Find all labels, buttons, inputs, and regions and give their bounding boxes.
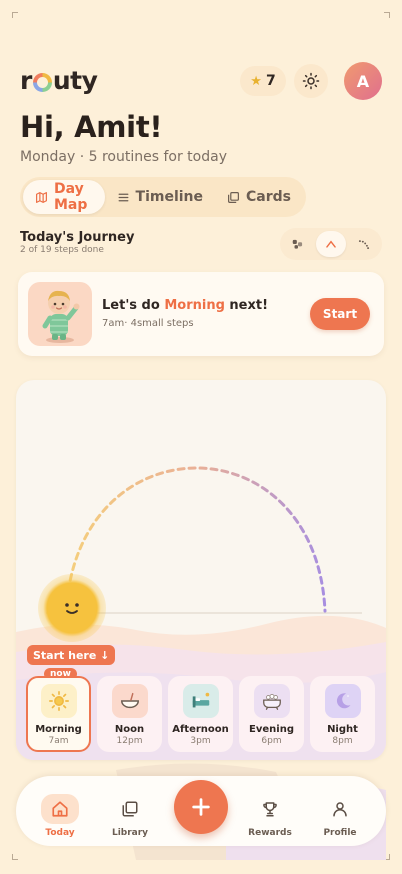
nav-today[interactable]: Today [30,794,90,838]
stars-count: 7 [265,73,276,89]
journey-title: Today's Journey [20,230,135,245]
routine-list: Morning 7am Noon 12pm Afternoon 3pm Even… [26,676,375,752]
blocks-icon [292,239,303,249]
routine-time: 8pm [332,736,353,746]
list-icon [118,193,128,201]
kid-illustration [28,282,92,346]
nav-label: Rewards [248,828,292,838]
theme-toggle-button[interactable] [294,64,328,98]
nav-rewards[interactable]: Rewards [240,794,300,838]
next-routine-meta: 7am· 4small steps [102,318,194,329]
star-icon: ★ [250,73,262,89]
app-logo: r uty [20,66,98,95]
routine-time: 7am [48,736,69,746]
stars-counter[interactable]: ★ 7 [240,66,286,96]
map-style-blocks[interactable] [283,231,313,257]
arc-icon [326,240,336,248]
bottom-nav: Today Library Rewards Profile [16,776,386,846]
routine-name: Noon [114,724,145,735]
routine-morning[interactable]: Morning 7am [26,676,91,752]
next-routine-title: Let's do Morning next! [102,298,269,313]
frame-corner [12,12,18,18]
tab-timeline[interactable]: Timeline [105,180,216,214]
routine-name: Morning [35,724,82,735]
next-routine-name: Morning [164,298,225,313]
avatar[interactable]: A [344,62,382,100]
tab-label: Day Map [54,181,88,213]
tab-label: Timeline [135,189,204,205]
routine-evening[interactable]: Evening 6pm [239,676,304,752]
bed-icon [182,684,219,718]
routine-name: Evening [249,724,294,735]
map-style-dots[interactable] [349,231,379,257]
routine-time: 6pm [261,736,282,746]
view-tabs: Day Map Timeline Cards [20,177,306,217]
routine-time: 12pm [116,736,143,746]
journey-progress: 2 of 19 steps done [20,245,104,255]
add-routine-button[interactable] [174,780,228,834]
trophy-icon [251,794,289,824]
sun-icon [40,684,77,718]
moon-icon [324,684,361,718]
routine-name: Night [327,724,358,735]
person-icon [321,794,359,824]
routine-time: 3pm [190,736,211,746]
plus-icon [192,798,210,816]
cards-icon [228,191,239,203]
start-here-label: Start here ↓ [27,645,116,665]
library-icon [111,794,149,824]
map-style-arc[interactable] [316,231,346,257]
tab-label: Cards [246,189,291,205]
nav-label: Today [45,828,75,838]
bath-icon [253,684,290,718]
smiley-icon [65,603,79,614]
day-map: Start here ↓ now Morning 7am Noon 12pm A… [16,380,386,760]
next-routine-card: Let's do Morning next! 7am· 4small steps… [18,272,384,356]
frame-corner [384,12,390,18]
page-subtitle: Monday · 5 routines for today [20,149,227,165]
home-icon [41,794,79,824]
routine-afternoon[interactable]: Afternoon 3pm [168,676,233,752]
nav-library[interactable]: Library [100,794,160,838]
bowl-icon [111,684,148,718]
app-header: r uty ★ 7 A [20,62,382,102]
routine-name: Afternoon [172,724,229,735]
page-title: Hi, Amit! [20,110,163,144]
nav-label: Library [111,828,149,838]
nav-profile[interactable]: Profile [310,794,370,838]
sun-outline-icon [302,72,320,90]
tab-day-map[interactable]: Day Map [23,180,105,214]
sun-character[interactable] [38,574,106,642]
map-style-toggle [280,228,382,260]
tab-cards[interactable]: Cards [215,180,303,214]
dotted-path-icon [358,240,370,250]
start-button[interactable]: Start [310,298,370,330]
routine-noon[interactable]: Noon 12pm [97,676,162,752]
routine-night[interactable]: Night 8pm [310,676,375,752]
map-icon [36,191,47,203]
nav-label: Profile [323,828,357,838]
